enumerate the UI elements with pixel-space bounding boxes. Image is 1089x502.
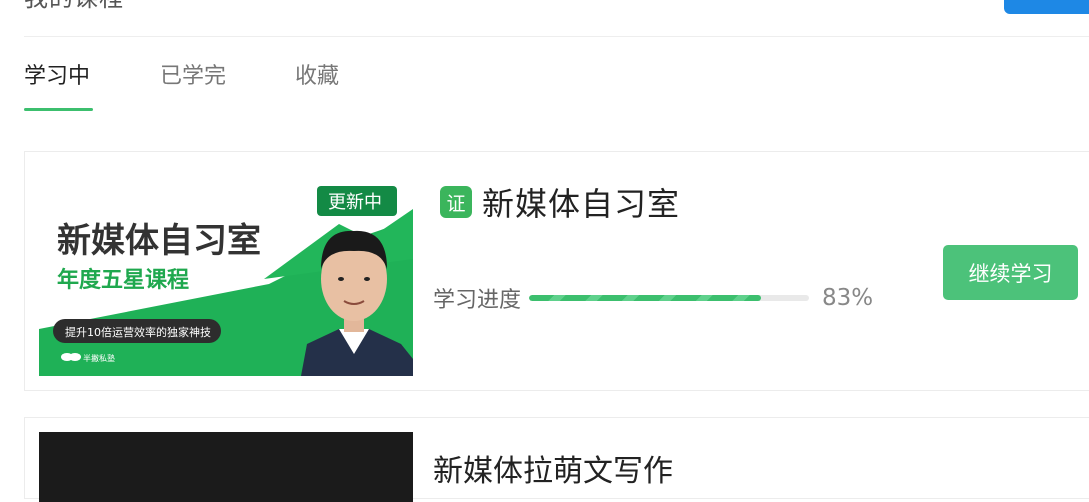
- course-card: 新媒体拉萌文写作: [24, 417, 1089, 502]
- course-title[interactable]: 新媒体自习室: [482, 179, 680, 225]
- tab-completed[interactable]: 已学完: [160, 58, 226, 90]
- thumbnail-brand: 半撇私塾: [83, 353, 115, 363]
- continue-learning-button[interactable]: 继续学习: [943, 245, 1078, 300]
- course-title-row: 证 新媒体自习室: [440, 179, 680, 225]
- brand-logo-icon: [61, 353, 81, 361]
- tab-studying[interactable]: 学习中: [24, 58, 90, 90]
- progress-row: 学习进度 83%: [433, 282, 873, 314]
- progress-track: [529, 295, 810, 301]
- tab-favorites[interactable]: 收藏: [295, 58, 339, 90]
- thumbnail-update-badge-text: 更新中: [328, 192, 382, 213]
- thumbnail-pill-text: 提升10倍运营效率的独家神技: [65, 325, 211, 339]
- course-thumbnail[interactable]: 新媒体自习室 年度五星课程 提升10倍运营效率的独家神技 半撇私塾 更新中: [39, 179, 413, 376]
- progress-fill: [529, 295, 762, 301]
- top-action-button[interactable]: [1004, 0, 1089, 14]
- header-divider: [24, 36, 1089, 37]
- progress-label: 学习进度: [433, 288, 522, 313]
- course-thumbnail[interactable]: [39, 432, 413, 502]
- thumbnail-subheadline: 年度五星课程: [57, 267, 189, 293]
- progress-percent: 83%: [822, 285, 874, 311]
- course-title[interactable]: 新媒体拉萌文写作: [433, 446, 673, 490]
- thumbnail-headline: 新媒体自习室: [57, 221, 261, 261]
- course-card: 新媒体自习室 年度五星课程 提升10倍运营效率的独家神技 半撇私塾 更新中 证 …: [24, 151, 1089, 391]
- certificate-badge: 证: [440, 186, 472, 218]
- page-title: 我的课程: [24, 0, 124, 13]
- tab-active-underline: [24, 108, 93, 111]
